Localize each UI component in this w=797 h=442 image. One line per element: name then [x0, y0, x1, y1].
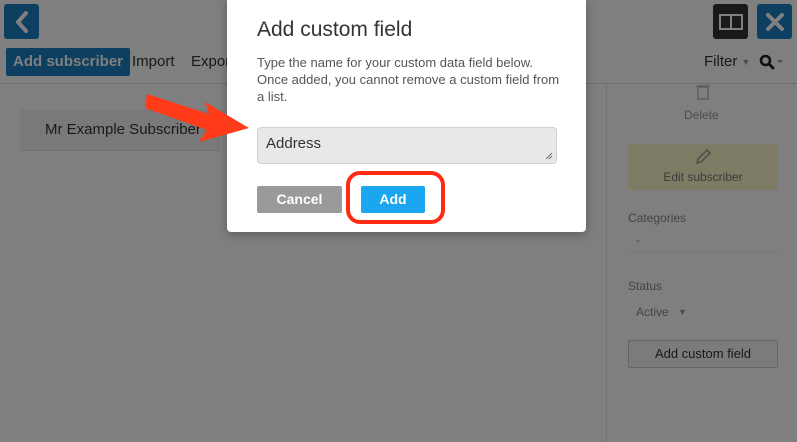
custom-field-name-value: Address [266, 135, 322, 152]
resize-grip-icon[interactable] [545, 152, 553, 160]
custom-field-name-input[interactable]: Address [257, 127, 557, 164]
cancel-button[interactable]: Cancel [257, 186, 342, 213]
annotation-arrow-icon [145, 94, 249, 142]
dialog-title: Add custom field [257, 18, 413, 41]
dialog-description: Type the name for your custom data field… [257, 55, 560, 104]
annotation-highlight-ring [346, 171, 445, 224]
